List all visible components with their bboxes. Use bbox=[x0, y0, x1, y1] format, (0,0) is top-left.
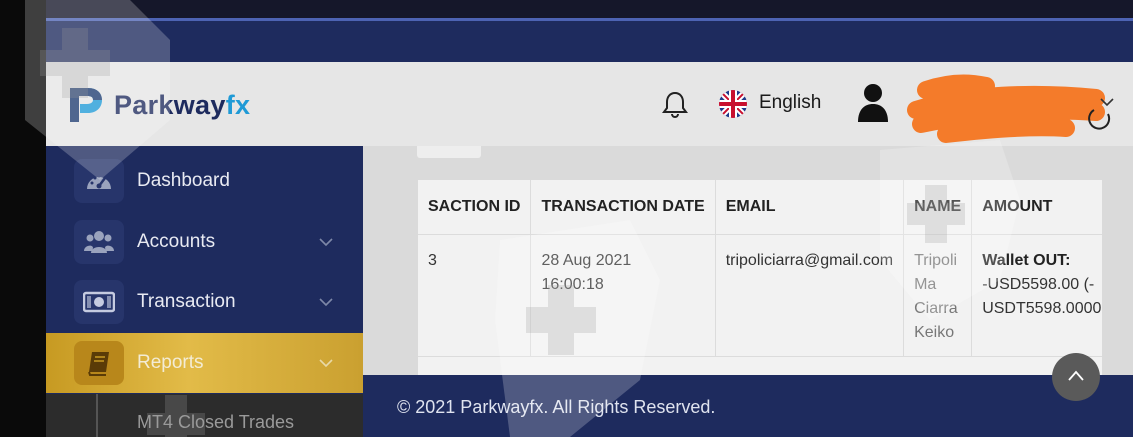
cell-email: tripoliciarra@gmail.com bbox=[715, 233, 905, 356]
users-icon bbox=[74, 220, 124, 264]
column-header-amount[interactable]: AMOUNT bbox=[971, 180, 1102, 234]
cell-name: Tripoli Ma Ciarra Keiko bbox=[903, 233, 973, 356]
sidebar-item-dashboard[interactable]: Dashboard bbox=[46, 151, 363, 211]
sidebar-item-label: Accounts bbox=[137, 231, 216, 252]
chevron-down-icon bbox=[319, 359, 333, 368]
tab-stub[interactable] bbox=[417, 146, 481, 158]
uk-flag-icon[interactable] bbox=[719, 90, 747, 118]
cell-transaction-date: 28 Aug 2021 16:00:18 bbox=[530, 233, 716, 356]
loading-spinner-icon bbox=[1088, 109, 1111, 130]
bell-icon[interactable] bbox=[662, 90, 688, 119]
logo-mark-icon bbox=[66, 84, 104, 126]
sidebar-item-label: Reports bbox=[137, 352, 204, 373]
arrow-up-icon bbox=[1068, 370, 1084, 381]
column-header-email[interactable]: EMAIL bbox=[715, 180, 905, 234]
row-divider bbox=[418, 356, 1102, 357]
column-header-transaction-id[interactable]: SACTION ID bbox=[418, 180, 532, 234]
transactions-table: SACTION ID TRANSACTION DATE EMAIL NAME A… bbox=[418, 180, 1102, 375]
top-strip bbox=[46, 0, 1133, 62]
column-header-name[interactable]: NAME bbox=[903, 180, 973, 234]
copyright-text: © 2021 Parkwayfx. All Rights Reserved. bbox=[397, 397, 716, 417]
screen-edge bbox=[0, 0, 46, 437]
cell-amount: Wallet OUT: -USD5598.00 (- USDT5598.0000 bbox=[971, 233, 1102, 356]
chevron-down-icon bbox=[319, 298, 333, 307]
money-icon bbox=[74, 280, 124, 324]
column-header-transaction-date[interactable]: TRANSACTION DATE bbox=[530, 180, 716, 234]
table-row: 3 28 Aug 2021 16:00:18 tripoliciarra@gmai… bbox=[418, 233, 1102, 356]
language-selector[interactable]: English bbox=[759, 92, 821, 114]
chevron-down-icon bbox=[319, 238, 333, 247]
sidebar-item-accounts[interactable]: Accounts bbox=[46, 212, 363, 272]
speedometer-icon bbox=[74, 159, 124, 203]
brand-logo[interactable]: Parkwayfx bbox=[66, 84, 250, 126]
brand-name: Parkwayfx bbox=[114, 89, 251, 120]
sidebar-item-label: Dashboard bbox=[137, 170, 230, 191]
sidebar: Dashboard Accounts Transaction Reports M… bbox=[46, 146, 363, 437]
sidebar-item-reports[interactable]: Reports bbox=[46, 333, 363, 393]
sidebar-subitem-mt4-closed-trades[interactable]: MT4 Closed Trades bbox=[137, 412, 294, 433]
user-icon[interactable] bbox=[856, 82, 890, 122]
header-bar: Parkwayfx English o bbox=[46, 62, 1133, 146]
sidebar-item-label: Transaction bbox=[137, 291, 236, 312]
sidebar-submenu: MT4 Closed Trades bbox=[46, 394, 363, 437]
footer: © 2021 Parkwayfx. All Rights Reserved. bbox=[363, 375, 1133, 437]
redaction-scribble bbox=[907, 74, 1105, 143]
sidebar-item-transaction[interactable]: Transaction bbox=[46, 272, 363, 332]
main-content: SACTION ID TRANSACTION DATE EMAIL NAME A… bbox=[363, 146, 1133, 375]
cell-transaction-id: 3 bbox=[418, 233, 532, 356]
book-icon bbox=[74, 341, 124, 385]
scroll-to-top-button[interactable] bbox=[1052, 353, 1100, 401]
